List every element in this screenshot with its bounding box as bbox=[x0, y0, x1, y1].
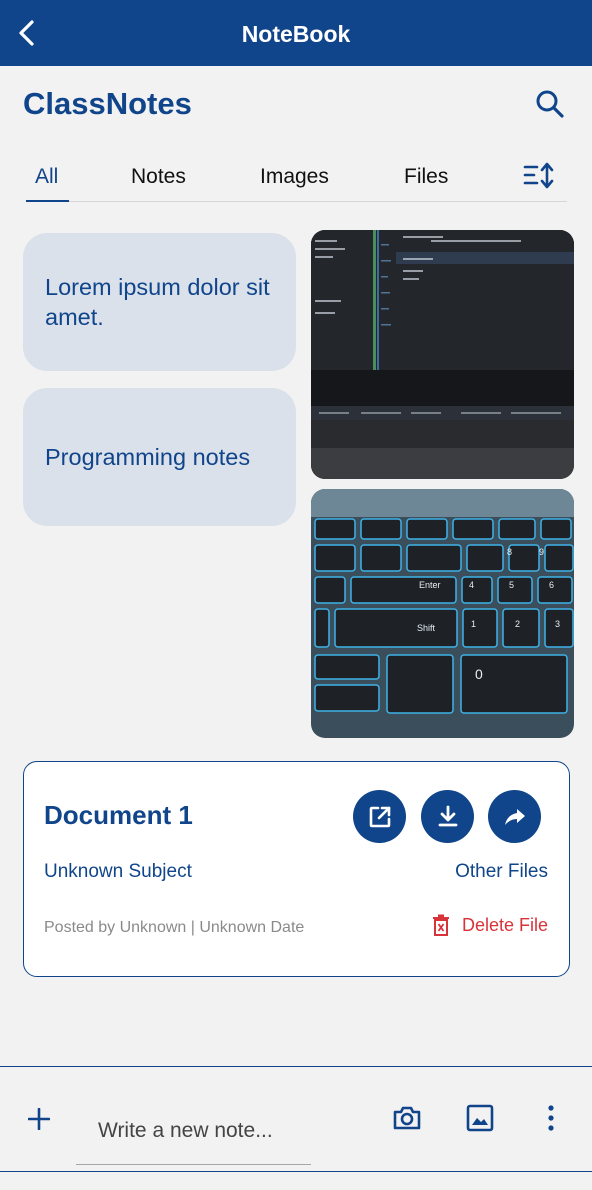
note-card[interactable]: Programming notes bbox=[23, 388, 296, 526]
tab-images[interactable]: Images bbox=[260, 165, 329, 189]
svg-text:3: 3 bbox=[555, 619, 560, 629]
open-external-button[interactable] bbox=[353, 790, 406, 843]
document-title: Document 1 bbox=[44, 800, 193, 830]
document-card[interactable]: Document 1 Unknown Subject Other Files P… bbox=[23, 761, 570, 977]
svg-text:6: 6 bbox=[549, 580, 554, 590]
tab-all[interactable]: All bbox=[35, 165, 58, 189]
svg-text:1: 1 bbox=[471, 619, 476, 629]
document-subject: Unknown Subject bbox=[44, 861, 192, 882]
note-text: Lorem ipsum dolor sit amet. bbox=[45, 274, 270, 330]
delete-file-button[interactable]: Delete File bbox=[432, 914, 548, 936]
svg-text:0: 0 bbox=[475, 666, 483, 682]
tab-files[interactable]: Files bbox=[404, 165, 448, 189]
download-button[interactable] bbox=[421, 790, 474, 843]
image-icon[interactable] bbox=[465, 1103, 495, 1133]
search-icon[interactable] bbox=[534, 88, 566, 120]
svg-text:2: 2 bbox=[515, 619, 520, 629]
note-card[interactable]: Lorem ipsum dolor sit amet. bbox=[23, 233, 296, 371]
svg-text:4: 4 bbox=[469, 580, 474, 590]
svg-text:9: 9 bbox=[539, 547, 544, 557]
plus-icon[interactable] bbox=[28, 1108, 50, 1130]
download-icon bbox=[438, 805, 457, 826]
svg-text:8: 8 bbox=[507, 547, 512, 557]
trash-icon bbox=[432, 914, 449, 936]
image-card-keyboard[interactable]: Enter Shift 4 5 6 1 2 3 8 9 0 bbox=[311, 489, 574, 738]
tab-notes[interactable]: Notes bbox=[131, 165, 186, 189]
document-meta: Posted by Unknown | Unknown Date bbox=[44, 919, 305, 936]
delete-file-label: Delete File bbox=[461, 914, 548, 935]
more-vertical-icon[interactable] bbox=[536, 1103, 566, 1133]
image-card-code-screen[interactable] bbox=[311, 230, 574, 479]
svg-text:Shift: Shift bbox=[417, 623, 436, 633]
camera-icon[interactable] bbox=[392, 1103, 422, 1133]
sort-icon[interactable] bbox=[522, 160, 556, 192]
filter-tabs: All Notes Images Files bbox=[26, 160, 567, 202]
page-title: ClassNotes bbox=[23, 86, 192, 121]
note-composer-bar bbox=[0, 1066, 592, 1172]
app-bar: NoteBook bbox=[0, 0, 592, 66]
note-text: Programming notes bbox=[45, 444, 251, 470]
app-title: NoteBook bbox=[241, 21, 351, 47]
new-note-input[interactable] bbox=[76, 1097, 311, 1165]
open-external-icon bbox=[369, 806, 390, 827]
svg-text:Enter: Enter bbox=[419, 580, 441, 590]
document-file-type: Other Files bbox=[455, 861, 548, 882]
share-icon bbox=[504, 808, 525, 825]
share-button[interactable] bbox=[488, 790, 541, 843]
svg-text:5: 5 bbox=[509, 580, 514, 590]
active-tab-indicator bbox=[26, 200, 69, 202]
